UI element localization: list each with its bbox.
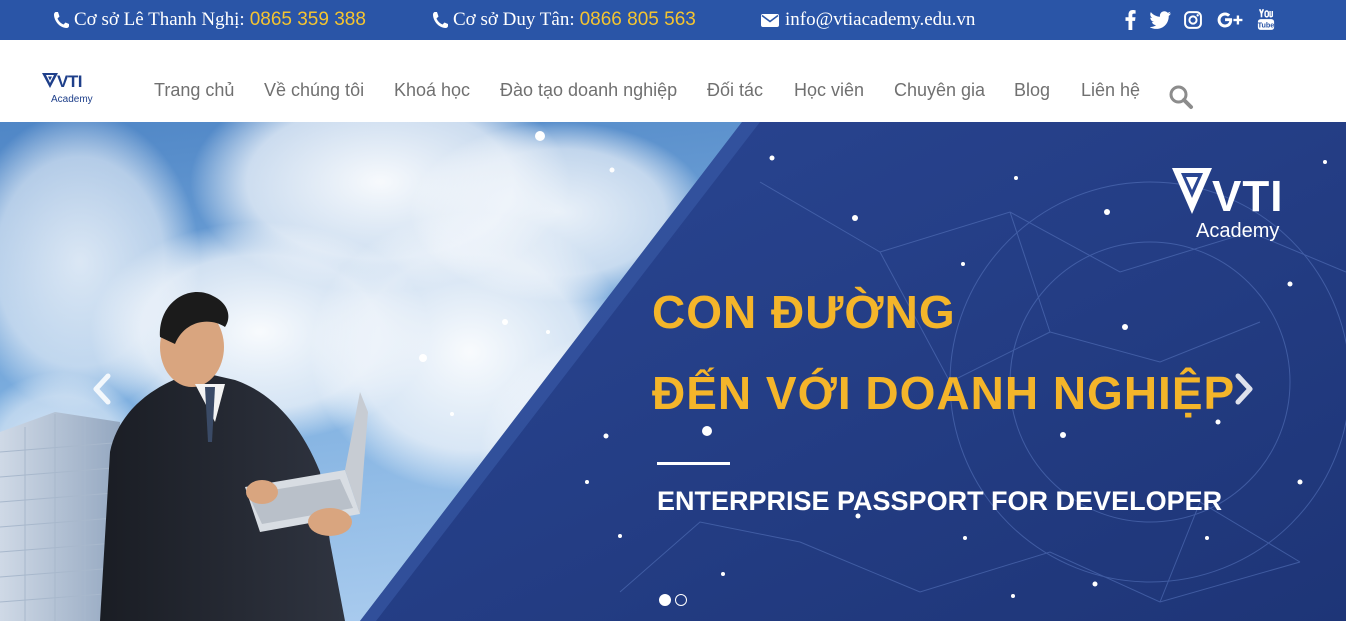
envelope-icon bbox=[761, 14, 779, 27]
slider-pagination bbox=[659, 594, 687, 606]
contact-phone[interactable]: 0866 805 563 bbox=[580, 9, 696, 31]
svg-text:Tube: Tube bbox=[1258, 21, 1275, 30]
hero-logo-brand: VTI bbox=[1212, 172, 1284, 221]
logo-brand: VTI bbox=[57, 72, 82, 91]
twitter-icon[interactable] bbox=[1148, 8, 1172, 32]
nav-item-experts[interactable]: Chuyên gia bbox=[894, 80, 985, 101]
contact-email[interactable]: info@vtiacademy.edu.vn bbox=[760, 9, 975, 31]
nav-item-enterprise-training[interactable]: Đào tạo doanh nghiệp bbox=[500, 80, 677, 101]
chevron-right-icon bbox=[1235, 373, 1253, 405]
chevron-left-icon bbox=[93, 373, 111, 405]
phone-icon bbox=[54, 12, 69, 28]
logo-sub: Academy bbox=[51, 94, 93, 105]
nav-item-partners[interactable]: Đối tác bbox=[707, 80, 763, 101]
facebook-icon[interactable] bbox=[1120, 8, 1140, 32]
hero-logo-sub: Academy bbox=[1196, 220, 1280, 242]
vti-logo[interactable]: VTI Academy bbox=[42, 72, 102, 108]
slider-dot-2[interactable] bbox=[675, 594, 687, 606]
search-icon[interactable] bbox=[1168, 84, 1194, 110]
youtube-icon[interactable]: Tube bbox=[1254, 8, 1278, 32]
slider-prev-button[interactable] bbox=[90, 372, 114, 406]
nav-item-students[interactable]: Học viên bbox=[794, 80, 864, 101]
vti-logo-mark bbox=[42, 73, 58, 88]
contact-label: Cơ sở Lê Thanh Nghị: bbox=[74, 9, 245, 30]
slider-next-button[interactable] bbox=[1232, 372, 1256, 406]
nav-item-contact[interactable]: Liên hệ bbox=[1081, 80, 1140, 101]
contact-duy-tan[interactable]: Cơ sở Duy Tân: 0866 805 563 bbox=[432, 9, 696, 31]
nav-item-courses[interactable]: Khoá học bbox=[394, 80, 470, 101]
contact-le-thanh-nghi[interactable]: Cơ sở Lê Thanh Nghị: 0865 359 388 bbox=[53, 9, 366, 31]
hero-headline-line-1: CON ĐƯỜNG bbox=[652, 286, 956, 338]
phone-icon bbox=[433, 12, 448, 28]
nav-item-home[interactable]: Trang chủ bbox=[154, 80, 234, 101]
main-navbar: VTI Academy Trang chủ Về chúng tôi Khoá … bbox=[0, 40, 1346, 122]
nav-item-blog[interactable]: Blog bbox=[1014, 80, 1050, 101]
slider-dot-1[interactable] bbox=[659, 594, 671, 606]
contact-phone[interactable]: 0865 359 388 bbox=[250, 9, 366, 31]
top-bar: Cơ sở Lê Thanh Nghị: 0865 359 388 Cơ sở … bbox=[0, 0, 1346, 40]
hero-headline-line-2: ĐẾN VỚI DOANH NGHIỆP bbox=[652, 367, 1236, 419]
contact-email-text[interactable]: info@vtiacademy.edu.vn bbox=[785, 9, 975, 31]
google-plus-icon[interactable] bbox=[1214, 8, 1246, 32]
nav-item-about[interactable]: Về chúng tôi bbox=[264, 80, 364, 101]
contact-label: Cơ sở Duy Tân: bbox=[453, 9, 575, 30]
instagram-icon[interactable] bbox=[1182, 8, 1204, 32]
hero-slider: VTI Academy CON ĐƯỜNG ĐẾN VỚI DOANH NGHI… bbox=[0, 122, 1346, 621]
headline-divider bbox=[657, 462, 730, 465]
hero-vti-logo-mark bbox=[1172, 168, 1212, 214]
hero-subheadline: ENTERPRISE PASSPORT FOR DEVELOPER bbox=[657, 486, 1223, 516]
